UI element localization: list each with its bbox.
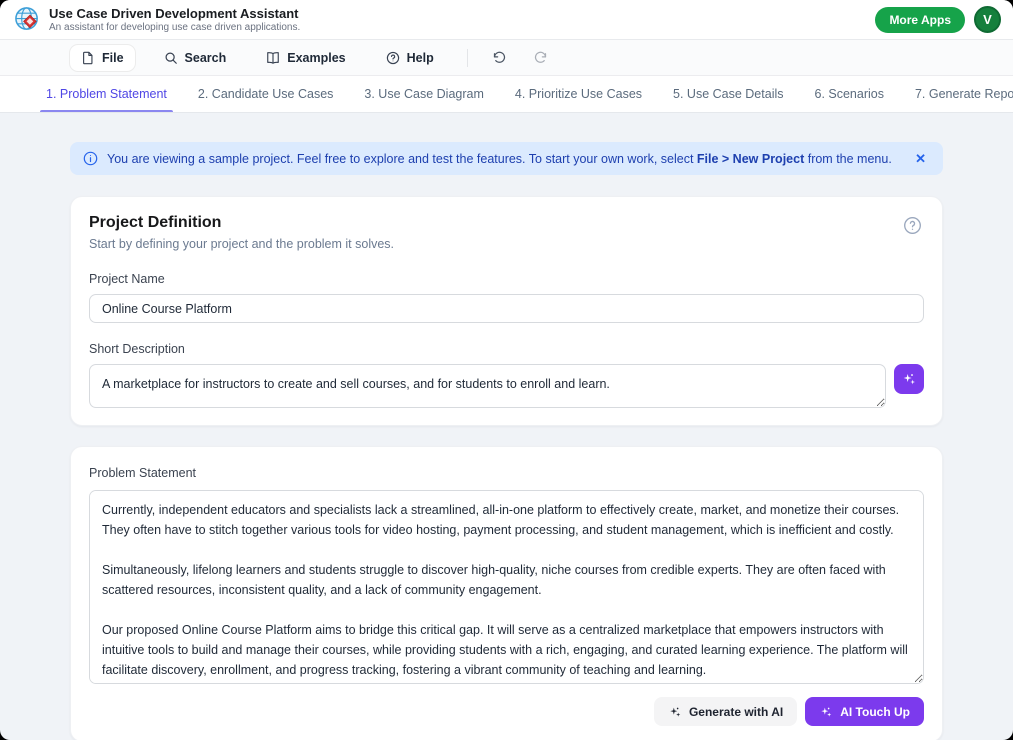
menu-item-label: File [102,51,124,65]
short-description-label: Short Description [89,342,924,356]
ai-touch-up-button[interactable]: AI Touch Up [805,697,924,726]
menu-item-label: Examples [287,51,345,65]
banner-text: You are viewing a sample project. Feel f… [107,152,902,166]
banner-bold-text: File > New Project [697,152,804,166]
tab-use-case-details[interactable]: 5. Use Case Details [671,76,785,112]
redo-button[interactable] [527,44,554,71]
short-description-textarea[interactable]: A marketplace for instructors to create … [89,364,886,408]
menu-item-examples[interactable]: Examples [255,45,356,71]
project-definition-card: Project Definition Start by defining you… [70,196,943,426]
app-logo-icon [14,6,41,33]
banner-close-icon[interactable]: ✕ [911,150,930,167]
sparkles-icon [668,705,682,719]
tab-candidate-use-cases[interactable]: 2. Candidate Use Cases [196,76,336,112]
tab-use-case-diagram[interactable]: 3. Use Case Diagram [362,76,486,112]
undo-button[interactable] [486,44,513,71]
ai-sparkle-button[interactable] [894,364,924,394]
menu-item-label: Help [407,51,434,65]
project-name-input[interactable] [89,294,924,323]
main-content: You are viewing a sample project. Feel f… [0,113,1013,740]
menubar-divider [467,49,468,67]
more-apps-button[interactable]: More Apps [875,7,965,33]
problem-statement-card: Problem Statement Currently, independent… [70,446,943,740]
app-title: Use Case Driven Development Assistant [49,6,300,21]
project-name-label: Project Name [89,272,924,286]
app-window: Use Case Driven Development Assistant An… [0,0,1013,740]
tab-scenarios[interactable]: 6. Scenarios [813,76,886,112]
generate-with-ai-button[interactable]: Generate with AI [654,697,797,726]
card-head: Project Definition Start by defining you… [89,214,924,251]
step-tabs: 1. Problem Statement 2. Candidate Use Ca… [0,76,1013,113]
file-icon [81,51,95,65]
tab-problem-statement[interactable]: 1. Problem Statement [44,76,169,112]
book-icon [266,51,280,65]
app-header: Use Case Driven Development Assistant An… [0,0,1013,40]
help-circle-icon[interactable] [901,214,924,240]
problem-statement-textarea[interactable]: Currently, independent educators and spe… [89,490,924,684]
title-block: Use Case Driven Development Assistant An… [49,6,300,34]
header-right: More Apps V [875,6,1001,33]
app-subtitle: An assistant for developing use case dri… [49,22,300,34]
search-icon [164,51,178,65]
problem-statement-label: Problem Statement [89,466,196,480]
info-icon [83,151,98,166]
sparkles-icon [901,371,917,387]
card-title: Project Definition [89,214,394,232]
menu-item-file[interactable]: File [70,45,135,71]
card-subtitle: Start by defining your project and the p… [89,237,394,251]
tab-generate-report[interactable]: 7. Generate Report [913,76,1013,112]
sparkles-icon [819,705,833,719]
button-label: Generate with AI [689,705,783,719]
sample-project-banner: You are viewing a sample project. Feel f… [70,142,943,175]
ai-actions-row: Generate with AI AI Touch Up [89,697,924,726]
user-avatar[interactable]: V [974,6,1001,33]
menu-item-label: Search [185,51,227,65]
menubar: File Search Examples [0,40,1013,76]
button-label: AI Touch Up [840,705,910,719]
short-description-row: A marketplace for instructors to create … [89,364,924,408]
menu-item-search[interactable]: Search [153,45,238,71]
help-icon [386,51,400,65]
tab-prioritize-use-cases[interactable]: 4. Prioritize Use Cases [513,76,644,112]
menu-item-help[interactable]: Help [375,45,445,71]
